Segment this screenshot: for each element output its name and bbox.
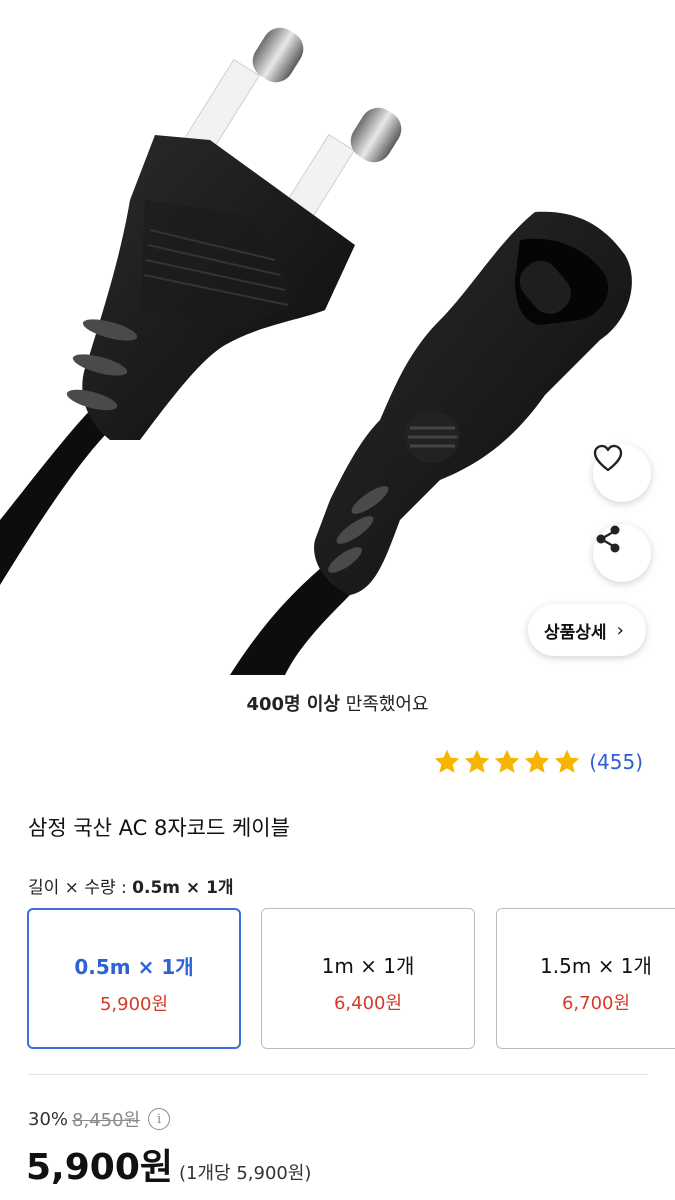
share-button[interactable]	[593, 524, 651, 582]
star-icon	[464, 749, 490, 773]
review-count-link[interactable]: (455)	[589, 750, 643, 774]
star-icon	[494, 749, 520, 773]
rating[interactable]: (455)	[433, 748, 643, 776]
power-cord-illustration	[0, 27, 632, 675]
chevron-right-icon: ›	[616, 619, 624, 641]
satisfaction-count: 400명 이상	[246, 694, 340, 715]
price-row: 5,900원 (1개당 5,900원)	[26, 1138, 311, 1190]
satisfaction-rest: 만족했어요	[340, 694, 429, 715]
option-card-1m[interactable]: 1m × 1개 6,400원	[261, 908, 475, 1049]
option-price: 6,700원	[561, 993, 631, 1014]
discount-rate: 30%	[28, 1108, 69, 1130]
product-detail-button[interactable]: 상품상세 ›	[528, 604, 646, 656]
like-button[interactable]	[593, 444, 651, 502]
option-label: 길이 × 수량 : 0.5m × 1개	[28, 873, 234, 898]
star-icon	[524, 749, 550, 773]
product-detail-label: 상품상세	[544, 622, 607, 643]
option-name: 1m × 1개	[321, 954, 415, 978]
final-price: 5,900원	[26, 1147, 173, 1188]
info-icon[interactable]: i	[148, 1108, 171, 1130]
option-name: 0.5m × 1개	[74, 955, 194, 979]
heart-icon	[593, 444, 623, 472]
unit-price: (1개당 5,900원)	[179, 1163, 312, 1184]
option-name: 1.5m × 1개	[540, 954, 652, 978]
star-icon	[434, 749, 460, 773]
option-card-0-5m[interactable]: 0.5m × 1개 5,900원	[27, 908, 241, 1049]
satisfaction-text: 400명 이상 만족했어요	[0, 690, 675, 716]
option-price: 5,900원	[99, 994, 169, 1015]
discount-row: 30% 8,450원 i	[28, 1106, 171, 1132]
star-icon	[554, 749, 580, 773]
product-title: 삼정 국산 AC 8자코드 케이블	[28, 816, 290, 840]
divider	[28, 1074, 648, 1075]
option-price: 6,400원	[333, 993, 403, 1014]
option-selected-value: 0.5m × 1개	[132, 878, 234, 898]
share-icon	[596, 525, 620, 553]
original-price: 8,450원	[72, 1110, 141, 1131]
option-label-prefix: 길이 × 수량 :	[28, 878, 133, 898]
option-card-1-5m[interactable]: 1.5m × 1개 6,700원	[496, 908, 675, 1049]
product-image[interactable]: 상품상세 ›	[0, 0, 675, 675]
